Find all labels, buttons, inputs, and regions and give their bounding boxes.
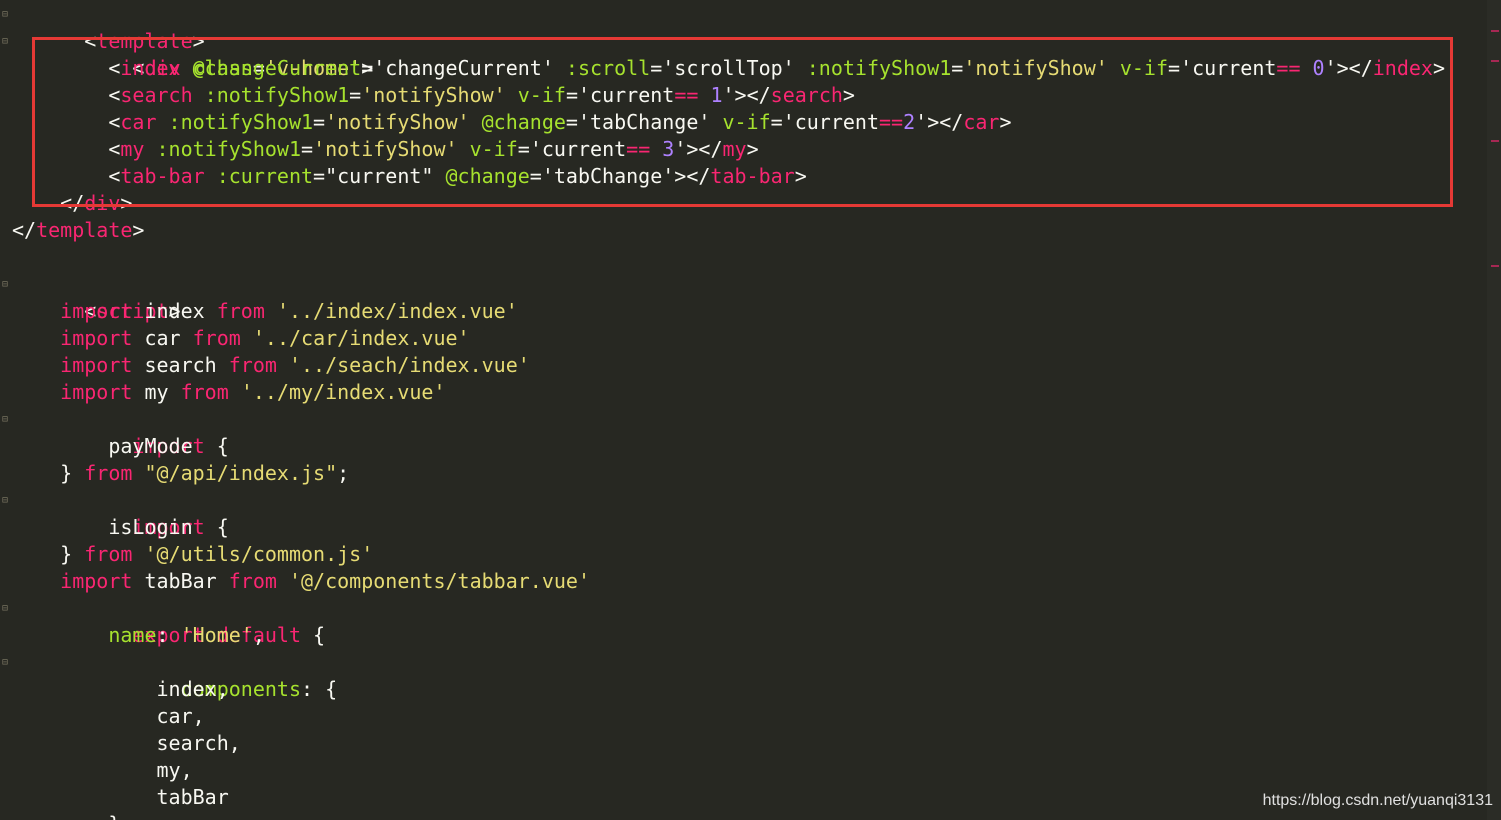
fold-marker-icon[interactable]: ⊟ (0, 406, 10, 433)
fold-marker-icon[interactable]: ⊟ (0, 595, 10, 622)
vertical-scrollbar[interactable] (1487, 0, 1501, 820)
minimap-marker (1491, 265, 1499, 267)
code-line-13: import car from '../car/index.vue' (60, 326, 470, 350)
code-editor[interactable]: ⊟ <template> ⊟ <div class='v-home'> <inde… (0, 0, 1501, 820)
fold-marker-icon[interactable]: ⊟ (0, 649, 10, 676)
code-line-14: import search from '../seach/index.vue' (60, 353, 530, 377)
code-line-16: ⊟ import { (2, 406, 1487, 458)
code-line-3: <index @changeCurrent='changeCurrent' :s… (108, 56, 1446, 80)
code-line-11: ⊟ <script> (2, 271, 1487, 323)
fold-marker-icon[interactable]: ⊟ (0, 1, 10, 28)
code-line-7: <tab-bar :current="current" @change='tab… (108, 164, 807, 188)
fold-marker-icon[interactable]: ⊟ (0, 28, 10, 55)
code-line-17: payMode (108, 434, 193, 458)
code-line-28: search, (156, 731, 241, 755)
code-line-1: ⊟ <template> (2, 1, 1487, 53)
code-line-25: ⊟ components: { (2, 649, 1487, 701)
code-line-21: } from '@/utils/common.js' (60, 542, 374, 566)
code-line-27: car, (156, 704, 205, 728)
minimap-marker (1491, 140, 1499, 142)
fold-marker-icon[interactable]: ⊟ (0, 271, 10, 298)
code-line-31: }, (12, 811, 1487, 820)
minimap-marker (1491, 30, 1499, 32)
code-line-2: ⊟ <div class='v-home'> (2, 28, 1487, 80)
code-line-6: <my :notifyShow1='notifyShow' v-if='curr… (108, 137, 759, 161)
code-line-9: </template> (12, 218, 145, 242)
code-line-19: ⊟ import { (2, 487, 1487, 539)
watermark: https://blog.csdn.net/yuanqi3131 (1262, 792, 1493, 809)
code-line-12: import index from '../index/index.vue' (60, 299, 518, 323)
code-line-20: isLogin (108, 515, 193, 539)
code-line-22: import tabBar from '@/components/tabbar.… (60, 569, 590, 593)
code-line-24: name: 'Home', (108, 623, 265, 647)
fold-marker-icon[interactable]: ⊟ (0, 487, 10, 514)
code-line-15: import my from '../my/index.vue' (60, 380, 446, 404)
code-line-5: <car :notifyShow1='notifyShow' @change='… (108, 110, 1012, 134)
code-line-18: } from "@/api/index.js"; (60, 461, 350, 485)
minimap-marker (1491, 60, 1499, 62)
code-line-23: ⊟ export default { (2, 595, 1487, 647)
code-area[interactable]: ⊟ <template> ⊟ <div class='v-home'> <inde… (2, 1, 1487, 820)
code-line-26: index, (156, 677, 229, 701)
code-line-4: <search :notifyShow1='notifyShow' v-if='… (108, 83, 855, 107)
code-line-29: my, (156, 758, 193, 782)
code-line-8: </div> (60, 191, 133, 215)
